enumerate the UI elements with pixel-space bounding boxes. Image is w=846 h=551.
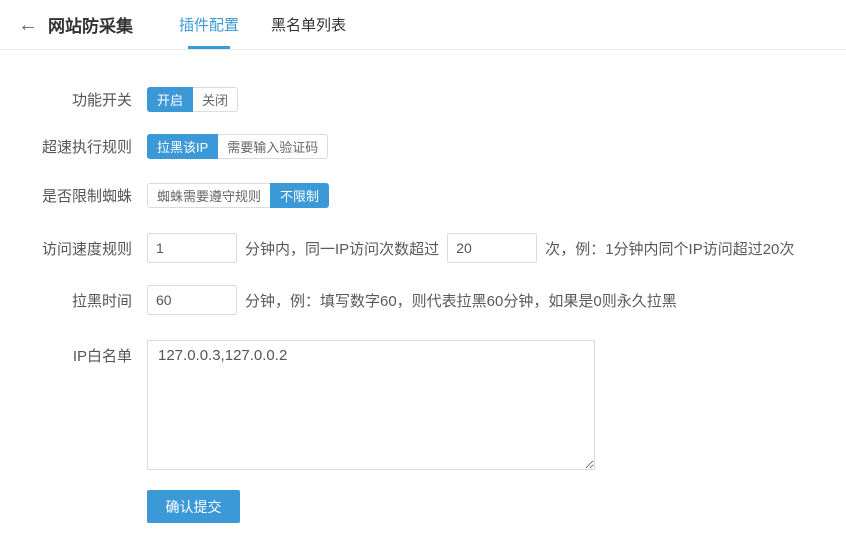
tab-bar: 插件配置 黑名单列表 bbox=[147, 0, 346, 49]
submit-row: 确认提交 bbox=[0, 490, 846, 523]
overspeed-rule-row: 超速执行规则 拉黑该IP 需要输入验证码 bbox=[0, 134, 846, 159]
page-title: 网站防采集 bbox=[48, 12, 133, 37]
speed-rule-row: 访问速度规则 分钟内，同一IP访问次数超过 次，例：1分钟内同个IP访问超过20… bbox=[0, 233, 846, 263]
back-arrow-icon[interactable]: ← bbox=[18, 15, 42, 35]
page-header: ← 网站防采集 插件配置 黑名单列表 bbox=[0, 0, 846, 50]
speed-rule-label: 访问速度规则 bbox=[0, 238, 132, 259]
plugin-config-form: 功能开关 开启 关闭 超速执行规则 拉黑该IP 需要输入验证码 是否限制蜘蛛 蜘… bbox=[0, 87, 846, 523]
speed-rule-suffix-text: 次，例：1分钟内同个IP访问超过20次 bbox=[545, 238, 794, 259]
feature-off-button[interactable]: 关闭 bbox=[192, 87, 238, 112]
block-time-row: 拉黑时间 分钟，例：填写数字60，则代表拉黑60分钟，如果是0则永久拉黑 bbox=[0, 285, 846, 315]
speed-rule-middle-text: 分钟内，同一IP访问次数超过 bbox=[245, 238, 439, 259]
feature-switch-label: 功能开关 bbox=[0, 89, 132, 110]
block-time-suffix-text: 分钟，例：填写数字60，则代表拉黑60分钟，如果是0则永久拉黑 bbox=[245, 290, 677, 311]
spider-limit-label: 是否限制蜘蛛 bbox=[0, 185, 132, 206]
overspeed-rule-toggle: 拉黑该IP 需要输入验证码 bbox=[147, 134, 328, 159]
spider-no-limit-button[interactable]: 不限制 bbox=[270, 183, 329, 208]
feature-on-button[interactable]: 开启 bbox=[147, 87, 193, 112]
ip-whitelist-label: IP白名单 bbox=[0, 340, 132, 366]
speed-rule-minutes-input[interactable] bbox=[147, 233, 237, 263]
spider-limit-toggle: 蜘蛛需要遵守规则 不限制 bbox=[147, 183, 329, 208]
tab-plugin-config[interactable]: 插件配置 bbox=[179, 0, 239, 49]
feature-switch-toggle: 开启 关闭 bbox=[147, 87, 238, 112]
overspeed-rule-label: 超速执行规则 bbox=[0, 136, 132, 157]
block-time-label: 拉黑时间 bbox=[0, 290, 132, 311]
speed-rule-count-input[interactable] bbox=[447, 233, 537, 263]
confirm-submit-button[interactable]: 确认提交 bbox=[147, 490, 240, 523]
spider-limit-row: 是否限制蜘蛛 蜘蛛需要遵守规则 不限制 bbox=[0, 183, 846, 208]
require-captcha-button[interactable]: 需要输入验证码 bbox=[217, 134, 328, 159]
block-time-input[interactable] bbox=[147, 285, 237, 315]
feature-switch-row: 功能开关 开启 关闭 bbox=[0, 87, 846, 112]
ip-whitelist-textarea[interactable]: 127.0.0.3,127.0.0.2 bbox=[147, 340, 595, 470]
ip-whitelist-row: IP白名单 127.0.0.3,127.0.0.2 bbox=[0, 340, 846, 470]
spider-obey-rules-button[interactable]: 蜘蛛需要遵守规则 bbox=[147, 183, 271, 208]
tab-blacklist[interactable]: 黑名单列表 bbox=[271, 0, 346, 49]
block-ip-button[interactable]: 拉黑该IP bbox=[147, 134, 218, 159]
